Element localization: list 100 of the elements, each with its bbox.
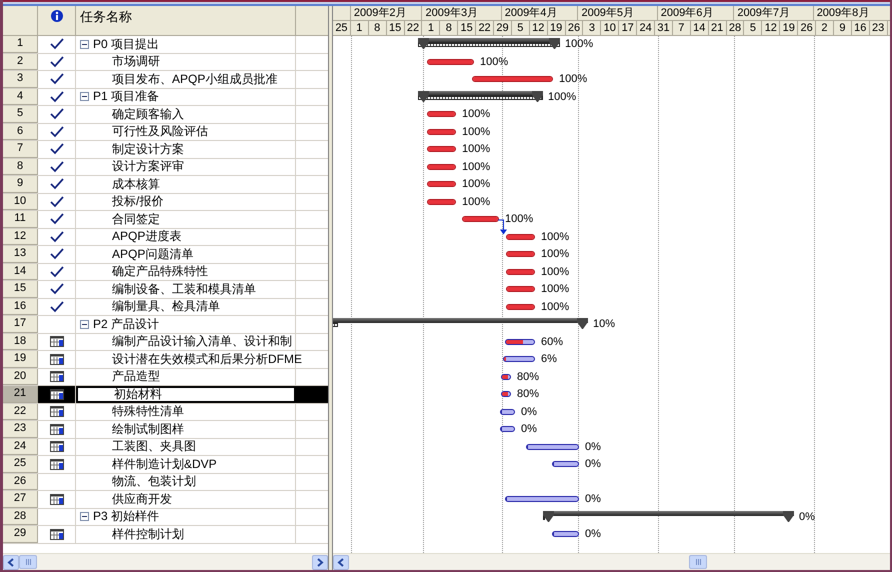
row-number[interactable]: 19 [3, 351, 38, 368]
task-name[interactable]: 制定设计方案 [112, 140, 184, 158]
task-name[interactable]: APQP问题清单 [112, 246, 194, 263]
collapse-icon[interactable] [80, 40, 89, 49]
row-number[interactable]: 1 [3, 36, 38, 52]
week-label: 5 [750, 22, 756, 34]
collapse-icon[interactable] [80, 320, 89, 329]
task-name[interactable]: 编制设备、工装和模具清单 [112, 280, 256, 298]
row-number[interactable]: 24 [3, 438, 38, 455]
task-name[interactable]: 编制产品设计输入清单、设计和制 [112, 333, 292, 350]
row-number[interactable]: 18 [3, 334, 38, 350]
collapse-icon[interactable] [80, 92, 89, 102]
row-number[interactable]: 17 [3, 316, 38, 332]
row-number[interactable]: 20 [3, 368, 38, 385]
pane-splitter[interactable] [329, 6, 333, 570]
row-number[interactable]: 15 [3, 281, 38, 298]
row-number[interactable]: 4 [3, 88, 38, 105]
percent-complete-label: 6% [541, 352, 557, 367]
row-number[interactable]: 9 [3, 176, 38, 192]
row-number[interactable]: 28 [3, 508, 38, 525]
task-name[interactable]: P2 产品设计 [93, 316, 160, 333]
task-name[interactable]: 编制量具、检具清单 [112, 298, 220, 316]
task-bar [506, 268, 535, 274]
row-number[interactable]: 23 [3, 421, 38, 438]
task-bar [427, 58, 474, 64]
task-name[interactable]: 确定顾客输入 [112, 106, 184, 123]
percent-complete-label: 100% [505, 212, 534, 227]
week-label: 12 [532, 22, 544, 34]
percent-complete-label: 100% [462, 142, 490, 157]
percent-complete-label: 100% [541, 247, 570, 262]
task-name[interactable]: 绘制试制图样 [112, 420, 184, 438]
task-name[interactable]: 成本核算 [112, 176, 160, 193]
row-number[interactable]: 5 [3, 106, 38, 122]
scrollbar-thumb[interactable] [689, 555, 707, 569]
percent-complete-label: 80% [517, 387, 540, 402]
month-label: 2009年2月 [354, 7, 406, 19]
scroll-left-button[interactable] [333, 554, 349, 570]
row-number[interactable]: 26 [3, 474, 38, 490]
row-number[interactable]: 11 [3, 211, 38, 228]
row-number[interactable]: 16 [3, 298, 38, 315]
row-number[interactable]: 8 [3, 158, 38, 175]
check-icon [50, 300, 64, 313]
row-number[interactable]: 7 [3, 141, 38, 158]
collapse-icon[interactable] [80, 512, 89, 522]
check-icon [50, 283, 64, 296]
row-number[interactable]: 12 [3, 228, 38, 245]
task-name[interactable]: 可行性及风险评估 [112, 123, 208, 140]
scroll-right-button[interactable] [312, 554, 328, 570]
row-number[interactable]: 27 [3, 491, 38, 508]
task-name[interactable]: 供应商开发 [112, 490, 172, 508]
week-label: 29 [496, 22, 509, 34]
month-label: 2009年4月 [504, 7, 558, 19]
task-bar [506, 286, 535, 292]
chevron-right-icon [316, 558, 324, 566]
task-name[interactable]: 合同签定 [112, 210, 160, 228]
info-icon [50, 10, 62, 22]
task-name[interactable]: 设计潜在失效模式和后果分析DFME [112, 350, 302, 368]
task-bar [501, 391, 511, 397]
task-name[interactable]: 确定产品特殊特性 [112, 263, 208, 280]
task-name[interactable]: P3 初始样件 [93, 508, 160, 526]
task-name[interactable]: 样件制造计划&DVP [112, 456, 217, 473]
percent-complete-label: 100% [462, 160, 490, 174]
row-number[interactable]: 10 [3, 194, 38, 210]
percent-complete-label: 0% [585, 457, 601, 472]
row-number[interactable]: 29 [3, 526, 38, 542]
horizontal-scrollbar[interactable] [3, 553, 328, 570]
task-name[interactable]: 样件控制计划 [112, 526, 184, 543]
row-number[interactable]: 21 [3, 386, 38, 402]
scrollbar-thumb[interactable] [19, 555, 37, 569]
calendar-table-icon [50, 528, 64, 540]
task-bar [462, 216, 499, 222]
task-name[interactable]: APQP进度表 [112, 228, 182, 246]
column-header[interactable]: 任务名称 [80, 9, 132, 24]
task-bar [506, 234, 535, 240]
horizontal-scrollbar[interactable] [333, 553, 890, 570]
task-bar [552, 461, 579, 467]
task-bar [552, 531, 579, 537]
task-name[interactable]: 项目发布、APQP小组成员批准 [112, 70, 278, 88]
task-name[interactable]: P0 项目提出 [93, 36, 160, 53]
row-number[interactable]: 22 [3, 404, 38, 420]
row-number[interactable]: 14 [3, 264, 38, 280]
scroll-left-button[interactable] [3, 554, 19, 570]
task-name[interactable]: 设计方案评审 [112, 158, 184, 176]
week-label: 15 [388, 22, 402, 34]
task-name[interactable]: P1 项目准备 [93, 88, 160, 106]
percent-complete-label: 100% [462, 194, 490, 210]
row-number[interactable]: 13 [3, 246, 38, 262]
task-name[interactable]: 物流、包装计划 [112, 473, 196, 490]
task-name[interactable]: 工装图、夹具图 [112, 438, 196, 456]
check-icon [50, 126, 64, 138]
row-number[interactable]: 3 [3, 71, 38, 88]
row-number[interactable]: 2 [3, 54, 38, 70]
task-name[interactable]: 投标/报价 [112, 193, 164, 210]
task-name[interactable]: 产品造型 [112, 368, 160, 386]
task-name[interactable]: 市场调研 [112, 53, 160, 70]
row-number[interactable]: 6 [3, 124, 38, 140]
task-name[interactable]: 特殊特性清单 [112, 403, 184, 420]
check-icon [50, 56, 64, 68]
week-label: 28 [728, 22, 742, 34]
row-number[interactable]: 25 [3, 456, 38, 472]
